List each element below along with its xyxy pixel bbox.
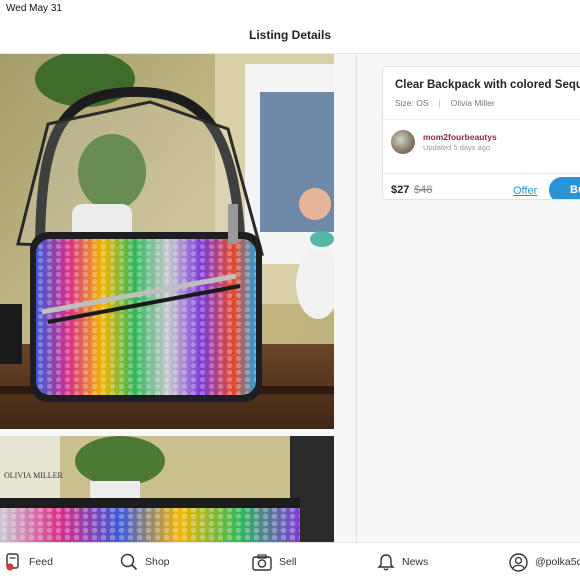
tab-profile[interactable]: @polka5dots (509, 551, 580, 573)
bell-icon (377, 554, 395, 571)
tab-sell[interactable]: Sell (252, 551, 297, 573)
brand-label-photo-text: OLIVIA MILLER (4, 471, 64, 480)
bottom-tab-bar: Feed Shop Sell News @polka5dots (0, 542, 580, 580)
tab-shop[interactable]: Shop (120, 551, 170, 573)
backpack-photo-image (0, 54, 334, 429)
tab-label: Sell (279, 556, 297, 568)
backpack-closeup-image: OLIVIA MILLER (0, 436, 334, 542)
buy-button[interactable]: Buy (549, 177, 580, 199)
search-icon (120, 553, 138, 571)
seller-avatar[interactable] (391, 130, 415, 154)
profile-icon (509, 552, 528, 572)
listing-photo-1[interactable] (0, 54, 334, 429)
meta-separator: | (438, 98, 441, 108)
offer-button[interactable]: Offer (513, 185, 537, 197)
original-price: $48 (414, 184, 433, 196)
photo-gallery[interactable]: OLIVIA MILLER (0, 54, 357, 542)
tab-label: Shop (145, 556, 170, 568)
page-title: Listing Details (248, 27, 331, 42)
seller-updated-time: Updated 5 days ago (423, 143, 491, 152)
listing-details-panel: Clear Backpack with colored Sequins Size… (358, 54, 580, 542)
tab-feed[interactable]: Feed (6, 551, 53, 573)
size-label: Size: OS (395, 98, 429, 108)
feed-icon (6, 553, 19, 571)
divider (383, 119, 580, 120)
listing-photo-2[interactable]: OLIVIA MILLER (0, 436, 334, 542)
tab-news[interactable]: News (377, 551, 428, 573)
listing-title: Clear Backpack with colored Sequins (395, 79, 580, 91)
brand-link[interactable]: Olivia Miller (451, 98, 495, 108)
divider (383, 173, 580, 174)
tab-label: @polka5dots (535, 556, 580, 568)
status-bar: Wed May 31 (0, 0, 580, 16)
tab-label: Feed (29, 556, 53, 568)
listing-price: $27 (391, 184, 410, 196)
tab-label: News (402, 556, 429, 568)
listing-meta: Size: OS | Olivia Miller (395, 98, 495, 108)
navigation-bar: Listing Details (0, 16, 580, 54)
camera-icon (252, 553, 272, 571)
listing-content: OLIVIA MILLER Clear Backpack with colore… (0, 54, 580, 542)
status-time: Wed May 31 (6, 3, 62, 14)
seller-username[interactable]: mom2fourbeautys (423, 132, 497, 142)
listing-summary-card: Clear Backpack with colored Sequins Size… (382, 66, 580, 200)
